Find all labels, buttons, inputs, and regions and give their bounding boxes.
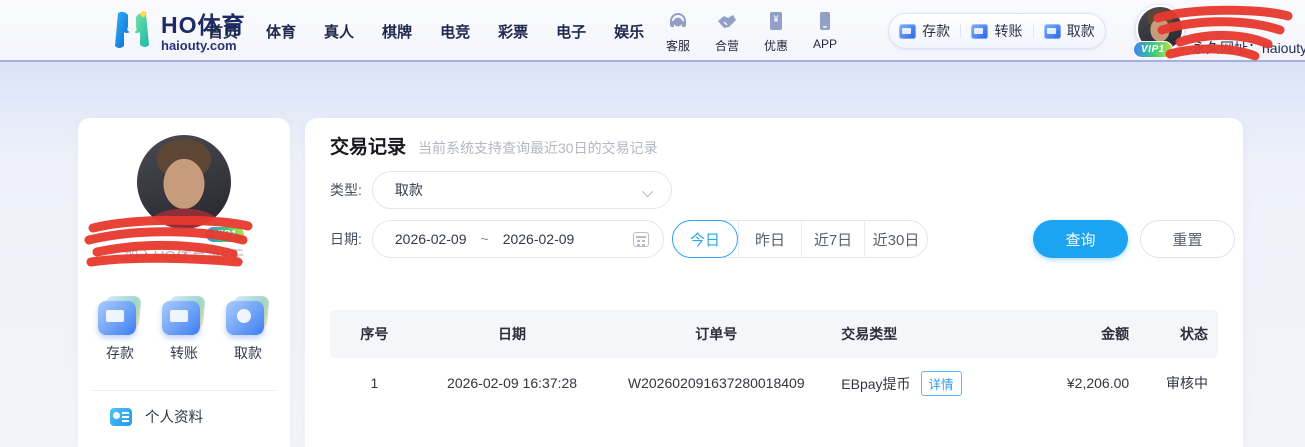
- sidebar-transfer-button[interactable]: 转账: [162, 296, 206, 363]
- range-yesterday-button[interactable]: 昨日: [738, 220, 801, 258]
- withdraw-label: 取款: [234, 345, 262, 361]
- profile-sidebar: VIP1 加入HO体育第8天 存款 转账 取款 个人资料: [78, 118, 290, 447]
- divider: [92, 390, 276, 391]
- app-download-button[interactable]: APP: [807, 8, 843, 54]
- cell-type: EBpay提币 详情: [827, 358, 1005, 408]
- deposit-icon: [899, 23, 917, 39]
- divider: [960, 24, 962, 38]
- coupon-icon: ¥: [763, 8, 789, 34]
- withdraw-button[interactable]: 取款: [1043, 21, 1095, 41]
- permanent-url: 永久网址：haiouty.com: [1192, 40, 1305, 56]
- svg-text:¥: ¥: [773, 14, 778, 24]
- nav-item-slots[interactable]: 电子: [552, 17, 590, 46]
- vip-badge: VIP1: [1133, 41, 1173, 58]
- date-label: 日期:: [330, 231, 362, 247]
- transactions-table: 序号 日期 订单号 交易类型 金额 状态 1 2026-02-09 16:37:…: [330, 310, 1218, 408]
- transaction-records-panel: 交易记录 当前系统支持查询最近30日的交易记录 类型: 取款 日期: 2026-…: [305, 118, 1243, 447]
- table-row: 1 2026-02-09 16:37:28 W20260209163728001…: [330, 358, 1218, 408]
- join-days-text: 加入HO体育第8天: [123, 248, 245, 265]
- withdraw-label: 取款: [1066, 23, 1095, 39]
- vip-badge: VIP1: [205, 226, 245, 243]
- cell-amount: ¥2,206.00: [1066, 375, 1130, 391]
- main-nav: 首页 体育 真人 棋牌 电竞 彩票 电子 娱乐: [204, 0, 648, 62]
- sidebar-wallet-actions: 存款 转账 取款: [78, 296, 290, 363]
- quick-icon-label: APP: [812, 37, 837, 51]
- withdraw-icon: [1043, 23, 1061, 39]
- type-filter-row: 类型: 取款: [330, 171, 672, 209]
- quick-icon-label: 客服: [665, 39, 690, 53]
- promotions-button[interactable]: ¥ 优惠: [758, 8, 794, 54]
- avatar[interactable]: [137, 135, 231, 229]
- nav-item-sports[interactable]: 体育: [262, 17, 300, 46]
- calendar-icon: [632, 232, 649, 247]
- range-7days-button[interactable]: 近7日: [801, 220, 864, 258]
- title-row: 交易记录 当前系统支持查询最近30日的交易记录: [330, 132, 658, 159]
- type-label: 类型:: [330, 182, 362, 198]
- cell-date: 2026-02-09 16:37:28: [447, 375, 578, 391]
- quick-range-group: 今日 昨日 近7日 近30日: [672, 220, 928, 258]
- range-30days-button[interactable]: 近30日: [864, 220, 927, 258]
- search-button[interactable]: 查询: [1033, 220, 1128, 258]
- nav-item-chess[interactable]: 棋牌: [378, 17, 416, 46]
- cell-order-no: W202602091637280018409: [627, 375, 805, 391]
- type-select-value: 取款: [394, 182, 423, 198]
- profile-link-label: 个人资料: [145, 410, 203, 426]
- nav-item-entertainment[interactable]: 娱乐: [610, 17, 648, 46]
- deposit-icon: [98, 296, 142, 336]
- nav-item-lottery[interactable]: 彩票: [494, 17, 532, 46]
- table-header-row: 序号 日期 订单号 交易类型 金额 状态: [330, 310, 1218, 358]
- quick-icons: 客服 合营 ¥ 优惠 APP: [660, 8, 843, 54]
- headset-icon: [665, 8, 691, 34]
- header-amount: 金额: [1004, 310, 1130, 358]
- header-index: 序号: [330, 310, 419, 358]
- quick-icon-label: 合营: [714, 39, 739, 53]
- nav-item-home[interactable]: 首页: [204, 17, 242, 46]
- page-subtitle: 当前系统支持查询最近30日的交易记录: [418, 140, 658, 156]
- transfer-icon: [162, 296, 206, 336]
- sidebar-withdraw-button[interactable]: 取款: [226, 296, 270, 363]
- customer-service-button[interactable]: 客服: [660, 8, 696, 54]
- detail-button[interactable]: 详情: [920, 370, 962, 396]
- deposit-label: 存款: [106, 345, 134, 361]
- chevron-down-icon: [643, 186, 653, 196]
- quick-icon-label: 优惠: [763, 39, 788, 53]
- date-separator: ~: [480, 231, 489, 247]
- handshake-icon: [714, 8, 740, 34]
- reset-button[interactable]: 重置: [1140, 220, 1235, 258]
- wallet-actions-bar: 存款 转账 取款: [888, 13, 1106, 49]
- transaction-type: EBpay提币: [841, 375, 911, 392]
- sidebar-deposit-button[interactable]: 存款: [98, 296, 142, 363]
- header-status: 状态: [1129, 310, 1218, 358]
- cell-index: 1: [370, 375, 379, 391]
- date-to-value: 2026-02-09: [502, 231, 575, 247]
- range-today-button[interactable]: 今日: [672, 220, 738, 258]
- transfer-label: 转账: [170, 345, 198, 361]
- transfer-button[interactable]: 转账: [971, 21, 1022, 41]
- header-date: 日期: [418, 310, 606, 358]
- header-type: 交易类型: [827, 310, 1005, 358]
- deposit-button[interactable]: 存款: [899, 21, 950, 41]
- logo-icon: [112, 9, 152, 56]
- phone-icon: [812, 8, 838, 34]
- withdraw-icon: [226, 296, 270, 336]
- date-from-value: 2026-02-09: [394, 231, 467, 247]
- date-range-input[interactable]: 2026-02-09 ~ 2026-02-09: [371, 220, 664, 258]
- nav-item-live[interactable]: 真人: [320, 17, 358, 46]
- top-navbar: HO体育 haiouty.com 首页 体育 真人 棋牌 电竞 彩票 电子 娱乐…: [0, 0, 1305, 62]
- header-order-no: 订单号: [605, 310, 828, 358]
- deposit-label: 存款: [922, 23, 951, 39]
- id-card-icon: [110, 407, 132, 426]
- transfer-icon: [971, 23, 989, 39]
- nav-item-esports[interactable]: 电竞: [436, 17, 474, 46]
- type-select[interactable]: 取款: [371, 171, 672, 209]
- partnership-button[interactable]: 合营: [709, 8, 745, 54]
- sidebar-item-profile[interactable]: 个人资料: [110, 406, 203, 427]
- divider: [1032, 24, 1034, 38]
- date-filter-row: 日期: 2026-02-09 ~ 2026-02-09: [330, 220, 664, 258]
- cell-status: 审核中: [1166, 375, 1208, 391]
- transfer-label: 转账: [994, 23, 1023, 39]
- page-title: 交易记录: [330, 137, 407, 158]
